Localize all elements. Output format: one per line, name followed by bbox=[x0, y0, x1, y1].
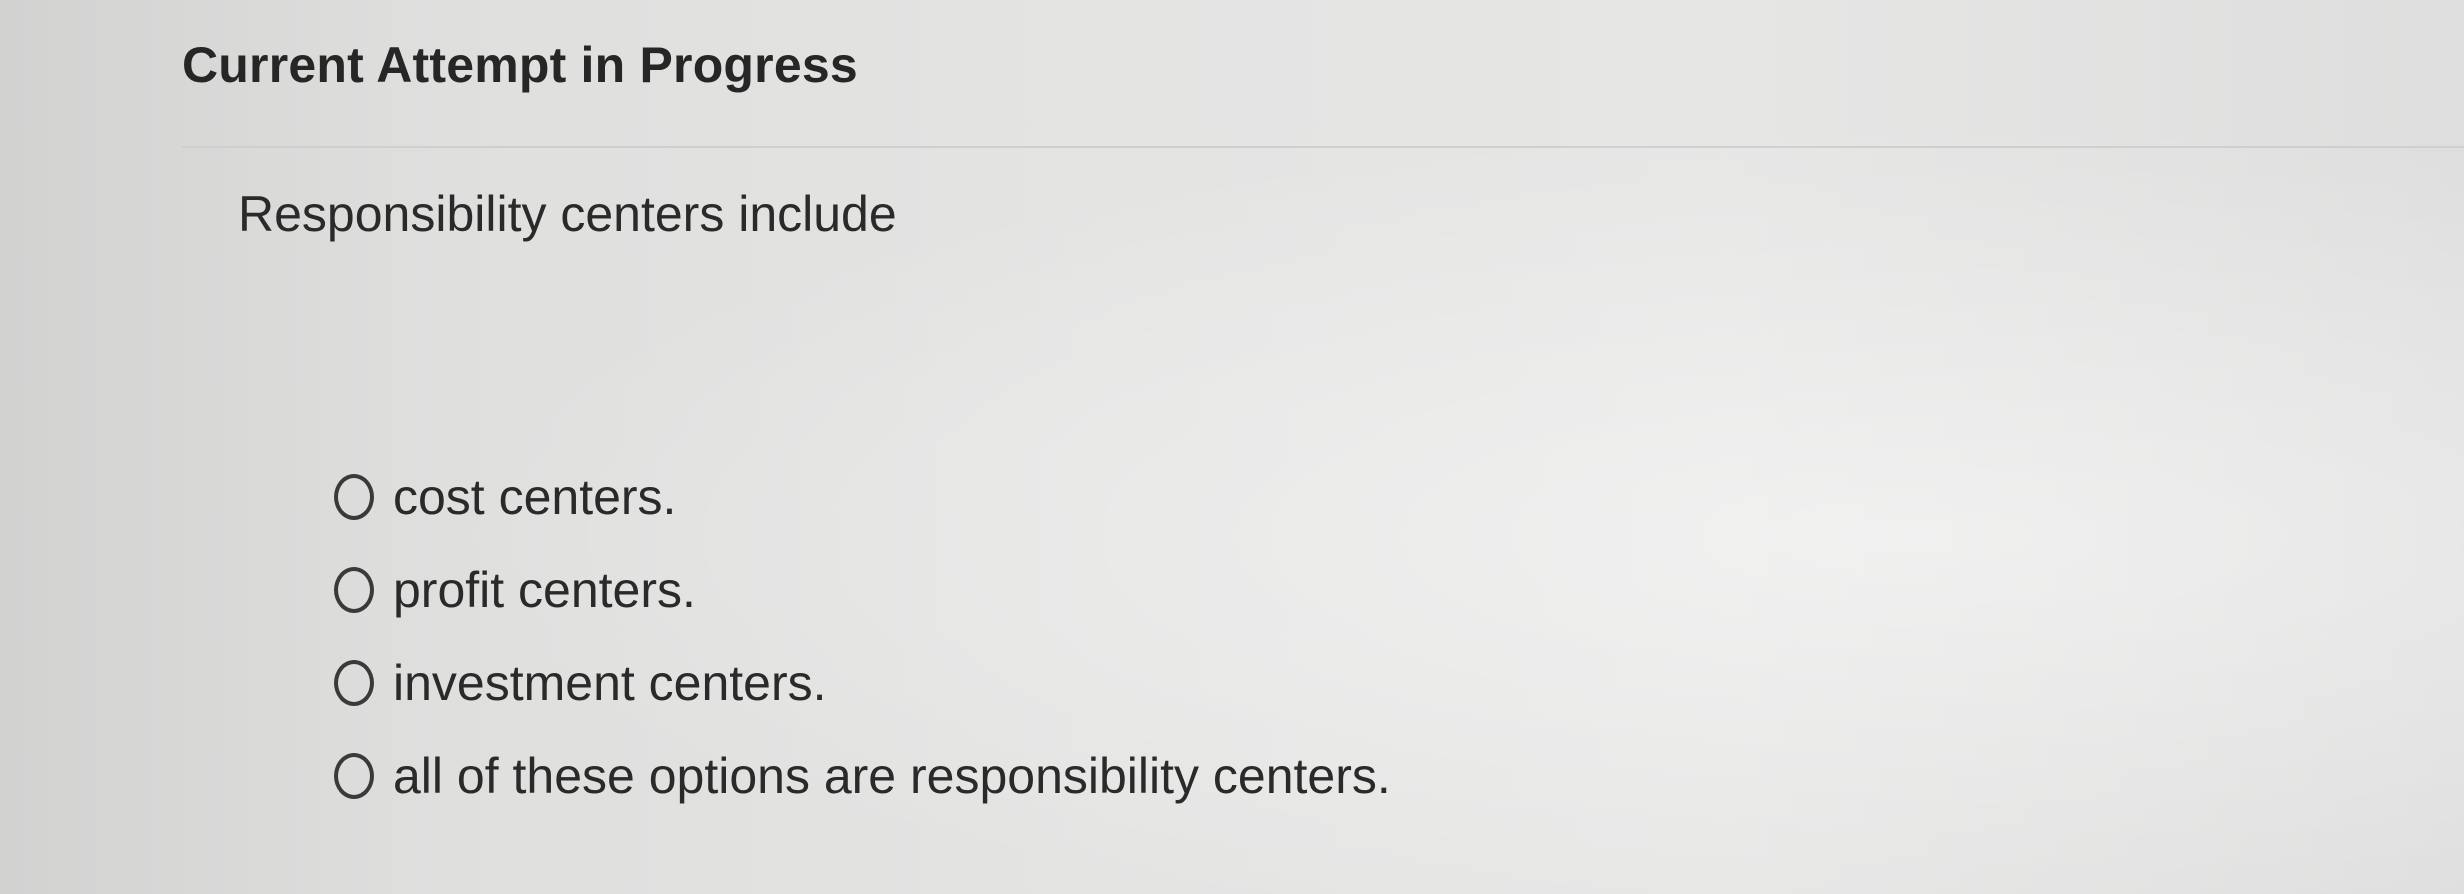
radio-button[interactable] bbox=[334, 659, 374, 706]
answer-options: cost centers. profit centers. investment… bbox=[334, 450, 1391, 822]
radio-button[interactable] bbox=[334, 752, 374, 799]
option-label: cost centers. bbox=[393, 468, 677, 525]
option-label: profit centers. bbox=[393, 561, 696, 618]
divider bbox=[182, 146, 2464, 148]
quiz-screen: Current Attempt in Progress Responsibili… bbox=[0, 0, 2464, 894]
page-title: Current Attempt in Progress bbox=[182, 37, 858, 93]
option-label: all of these options are responsibility … bbox=[393, 747, 1391, 804]
option-profit-centers[interactable]: profit centers. bbox=[334, 543, 1391, 636]
question-text: Responsibility centers include bbox=[238, 186, 897, 242]
option-label: investment centers. bbox=[393, 654, 827, 711]
option-cost-centers[interactable]: cost centers. bbox=[334, 450, 1391, 543]
radio-button[interactable] bbox=[334, 473, 374, 520]
option-investment-centers[interactable]: investment centers. bbox=[334, 636, 1391, 729]
radio-button[interactable] bbox=[334, 566, 374, 613]
option-all-of-these[interactable]: all of these options are responsibility … bbox=[334, 729, 1391, 822]
